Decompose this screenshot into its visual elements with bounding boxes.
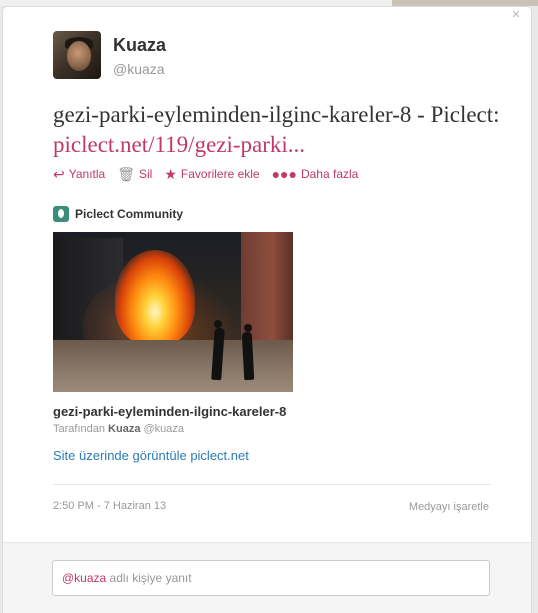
tweet-timestamp[interactable]: 2:50 PM - 7 Haziran 13	[53, 500, 166, 512]
tweet-text-body: gezi-parki-eyleminden-ilginc-kareler-8 -…	[53, 102, 500, 127]
avatar-face	[67, 41, 91, 71]
tweet-header: Kuaza @kuaza	[53, 31, 493, 79]
photo-person-head	[244, 324, 252, 332]
author-fullname[interactable]: Kuaza	[113, 35, 166, 56]
reply-area: @kuaza adlı kişiye yanıt	[3, 542, 531, 613]
favorite-label: Favorilere ekle	[180, 167, 260, 181]
star-icon: ★	[164, 166, 177, 182]
tweet-text: gezi-parki-eyleminden-ilginc-kareler-8 -…	[53, 100, 523, 160]
community-name: Piclect Community	[75, 207, 184, 221]
media-byline: Tarafından Kuaza @kuaza	[53, 423, 184, 435]
media-title[interactable]: gezi-parki-eyleminden-ilginc-kareler-8	[53, 404, 286, 419]
community-label[interactable]: Piclect Community	[53, 205, 183, 223]
delete-button[interactable]: 🗑 Sil	[117, 167, 152, 181]
byline-prefix: Tarafından	[53, 423, 105, 435]
flag-media-link[interactable]: Medyayı işaretle	[409, 501, 489, 513]
photo-road	[53, 340, 293, 392]
tweet-card: ✕ Kuaza @kuaza gezi-parki-eyleminden-ilg…	[2, 6, 532, 613]
photo-fire	[115, 250, 195, 345]
author-username[interactable]: @kuaza	[113, 61, 165, 77]
media-photo[interactable]	[53, 232, 293, 392]
view-on-site-link[interactable]: Site üzerinde görüntüle piclect.net	[53, 448, 249, 463]
reply-label: Yanıtla	[68, 167, 106, 181]
tweet-link[interactable]: piclect.net/119/gezi-parki...	[53, 132, 305, 157]
trash-icon: 🗑	[117, 166, 135, 182]
piclect-logo-icon	[53, 206, 69, 222]
more-button[interactable]: ●●● Daha fazla	[272, 167, 359, 181]
more-dots-icon: ●●●	[271, 166, 297, 182]
divider	[53, 484, 491, 485]
reply-button[interactable]: ↩ Yanıtla	[53, 167, 105, 181]
reply-mention: @kuaza	[62, 571, 107, 585]
close-icon[interactable]: ✕	[509, 8, 523, 22]
reply-placeholder: adlı kişiye yanıt	[109, 571, 192, 585]
more-label: Daha fazla	[300, 167, 359, 181]
byline-name[interactable]: Kuaza	[108, 423, 140, 435]
byline-handle[interactable]: @kuaza	[144, 423, 185, 435]
photo-person-head	[214, 320, 222, 328]
reply-icon: ↩	[53, 166, 65, 182]
delete-label: Sil	[138, 167, 153, 181]
avatar[interactable]	[53, 31, 101, 79]
tweet-actions: ↩ Yanıtla 🗑 Sil ★ Favorilere ekle ●●● Da…	[53, 164, 370, 184]
favorite-button[interactable]: ★ Favorilere ekle	[164, 167, 259, 181]
reply-input[interactable]: @kuaza adlı kişiye yanıt	[52, 560, 490, 596]
